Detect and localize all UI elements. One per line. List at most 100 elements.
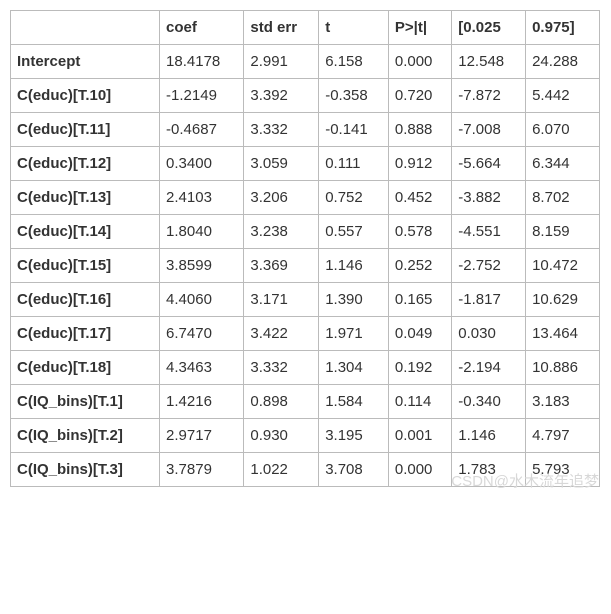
cell-p: 0.912 bbox=[388, 147, 451, 181]
cell-coef: 18.4178 bbox=[160, 45, 244, 79]
table-row: C(IQ_bins)[T.3]3.78791.0223.7080.0001.78… bbox=[11, 453, 600, 487]
row-label: C(educ)[T.12] bbox=[11, 147, 160, 181]
cell-lo: -7.872 bbox=[452, 79, 526, 113]
cell-stderr: 3.422 bbox=[244, 317, 319, 351]
cell-p: 0.888 bbox=[388, 113, 451, 147]
cell-stderr: 3.206 bbox=[244, 181, 319, 215]
cell-t: 0.111 bbox=[319, 147, 389, 181]
cell-p: 0.000 bbox=[388, 45, 451, 79]
row-label: C(educ)[T.18] bbox=[11, 351, 160, 385]
cell-coef: 3.8599 bbox=[160, 249, 244, 283]
cell-lo: -5.664 bbox=[452, 147, 526, 181]
cell-hi: 24.288 bbox=[526, 45, 600, 79]
hdr-coef: coef bbox=[160, 11, 244, 45]
cell-lo: -0.340 bbox=[452, 385, 526, 419]
row-label: C(educ)[T.14] bbox=[11, 215, 160, 249]
cell-t: 0.752 bbox=[319, 181, 389, 215]
cell-stderr: 3.369 bbox=[244, 249, 319, 283]
cell-p: 0.049 bbox=[388, 317, 451, 351]
cell-hi: 10.472 bbox=[526, 249, 600, 283]
cell-coef: 1.4216 bbox=[160, 385, 244, 419]
cell-hi: 6.344 bbox=[526, 147, 600, 181]
hdr-stderr: std err bbox=[244, 11, 319, 45]
cell-p: 0.001 bbox=[388, 419, 451, 453]
table-row: C(educ)[T.17]6.74703.4221.9710.0490.0301… bbox=[11, 317, 600, 351]
cell-lo: 0.030 bbox=[452, 317, 526, 351]
cell-stderr: 3.332 bbox=[244, 113, 319, 147]
table-row: C(educ)[T.18]4.34633.3321.3040.192-2.194… bbox=[11, 351, 600, 385]
cell-p: 0.452 bbox=[388, 181, 451, 215]
cell-p: 0.720 bbox=[388, 79, 451, 113]
cell-hi: 10.886 bbox=[526, 351, 600, 385]
regression-table: coef std err t P>|t| [0.025 0.975] Inter… bbox=[10, 10, 600, 487]
cell-stderr: 3.392 bbox=[244, 79, 319, 113]
row-label: C(educ)[T.15] bbox=[11, 249, 160, 283]
row-label: C(educ)[T.11] bbox=[11, 113, 160, 147]
cell-t: 1.971 bbox=[319, 317, 389, 351]
cell-stderr: 0.930 bbox=[244, 419, 319, 453]
cell-stderr: 3.332 bbox=[244, 351, 319, 385]
table-row: C(IQ_bins)[T.2]2.97170.9303.1950.0011.14… bbox=[11, 419, 600, 453]
cell-coef: -0.4687 bbox=[160, 113, 244, 147]
table-row: C(educ)[T.16]4.40603.1711.3900.165-1.817… bbox=[11, 283, 600, 317]
row-label: Intercept bbox=[11, 45, 160, 79]
cell-t: 1.146 bbox=[319, 249, 389, 283]
table-row: Intercept18.41782.9916.1580.00012.54824.… bbox=[11, 45, 600, 79]
cell-coef: 1.8040 bbox=[160, 215, 244, 249]
cell-lo: -1.817 bbox=[452, 283, 526, 317]
cell-hi: 8.702 bbox=[526, 181, 600, 215]
cell-hi: 13.464 bbox=[526, 317, 600, 351]
cell-lo: 1.783 bbox=[452, 453, 526, 487]
cell-t: 3.708 bbox=[319, 453, 389, 487]
cell-stderr: 2.991 bbox=[244, 45, 319, 79]
cell-stderr: 3.238 bbox=[244, 215, 319, 249]
cell-coef: 2.4103 bbox=[160, 181, 244, 215]
cell-coef: 0.3400 bbox=[160, 147, 244, 181]
cell-hi: 8.159 bbox=[526, 215, 600, 249]
row-label: C(IQ_bins)[T.3] bbox=[11, 453, 160, 487]
cell-stderr: 3.059 bbox=[244, 147, 319, 181]
cell-t: 1.390 bbox=[319, 283, 389, 317]
row-label: C(educ)[T.13] bbox=[11, 181, 160, 215]
cell-t: 3.195 bbox=[319, 419, 389, 453]
table-row: C(educ)[T.10]-1.21493.392-0.3580.720-7.8… bbox=[11, 79, 600, 113]
row-label: C(educ)[T.16] bbox=[11, 283, 160, 317]
cell-lo: 1.146 bbox=[452, 419, 526, 453]
cell-t: 1.584 bbox=[319, 385, 389, 419]
cell-hi: 5.793 bbox=[526, 453, 600, 487]
cell-coef: 3.7879 bbox=[160, 453, 244, 487]
row-label: C(IQ_bins)[T.1] bbox=[11, 385, 160, 419]
cell-lo: -2.752 bbox=[452, 249, 526, 283]
cell-hi: 6.070 bbox=[526, 113, 600, 147]
cell-lo: 12.548 bbox=[452, 45, 526, 79]
cell-p: 0.114 bbox=[388, 385, 451, 419]
table-row: C(educ)[T.15]3.85993.3691.1460.252-2.752… bbox=[11, 249, 600, 283]
cell-lo: -4.551 bbox=[452, 215, 526, 249]
cell-p: 0.000 bbox=[388, 453, 451, 487]
table-row: C(educ)[T.13]2.41033.2060.7520.452-3.882… bbox=[11, 181, 600, 215]
header-row: coef std err t P>|t| [0.025 0.975] bbox=[11, 11, 600, 45]
table-row: C(IQ_bins)[T.1]1.42160.8981.5840.114-0.3… bbox=[11, 385, 600, 419]
cell-coef: 2.9717 bbox=[160, 419, 244, 453]
hdr-ci-hi: 0.975] bbox=[526, 11, 600, 45]
cell-coef: 6.7470 bbox=[160, 317, 244, 351]
cell-t: 1.304 bbox=[319, 351, 389, 385]
row-label: C(educ)[T.17] bbox=[11, 317, 160, 351]
table-row: C(educ)[T.12]0.34003.0590.1110.912-5.664… bbox=[11, 147, 600, 181]
row-label: C(educ)[T.10] bbox=[11, 79, 160, 113]
cell-t: -0.358 bbox=[319, 79, 389, 113]
cell-lo: -7.008 bbox=[452, 113, 526, 147]
table-row: C(educ)[T.14]1.80403.2380.5570.578-4.551… bbox=[11, 215, 600, 249]
cell-stderr: 0.898 bbox=[244, 385, 319, 419]
table-row: C(educ)[T.11]-0.46873.332-0.1410.888-7.0… bbox=[11, 113, 600, 147]
hdr-ci-lo: [0.025 bbox=[452, 11, 526, 45]
cell-hi: 3.183 bbox=[526, 385, 600, 419]
cell-p: 0.578 bbox=[388, 215, 451, 249]
cell-t: 6.158 bbox=[319, 45, 389, 79]
row-label: C(IQ_bins)[T.2] bbox=[11, 419, 160, 453]
hdr-t: t bbox=[319, 11, 389, 45]
cell-coef: -1.2149 bbox=[160, 79, 244, 113]
cell-hi: 5.442 bbox=[526, 79, 600, 113]
cell-hi: 4.797 bbox=[526, 419, 600, 453]
cell-coef: 4.4060 bbox=[160, 283, 244, 317]
